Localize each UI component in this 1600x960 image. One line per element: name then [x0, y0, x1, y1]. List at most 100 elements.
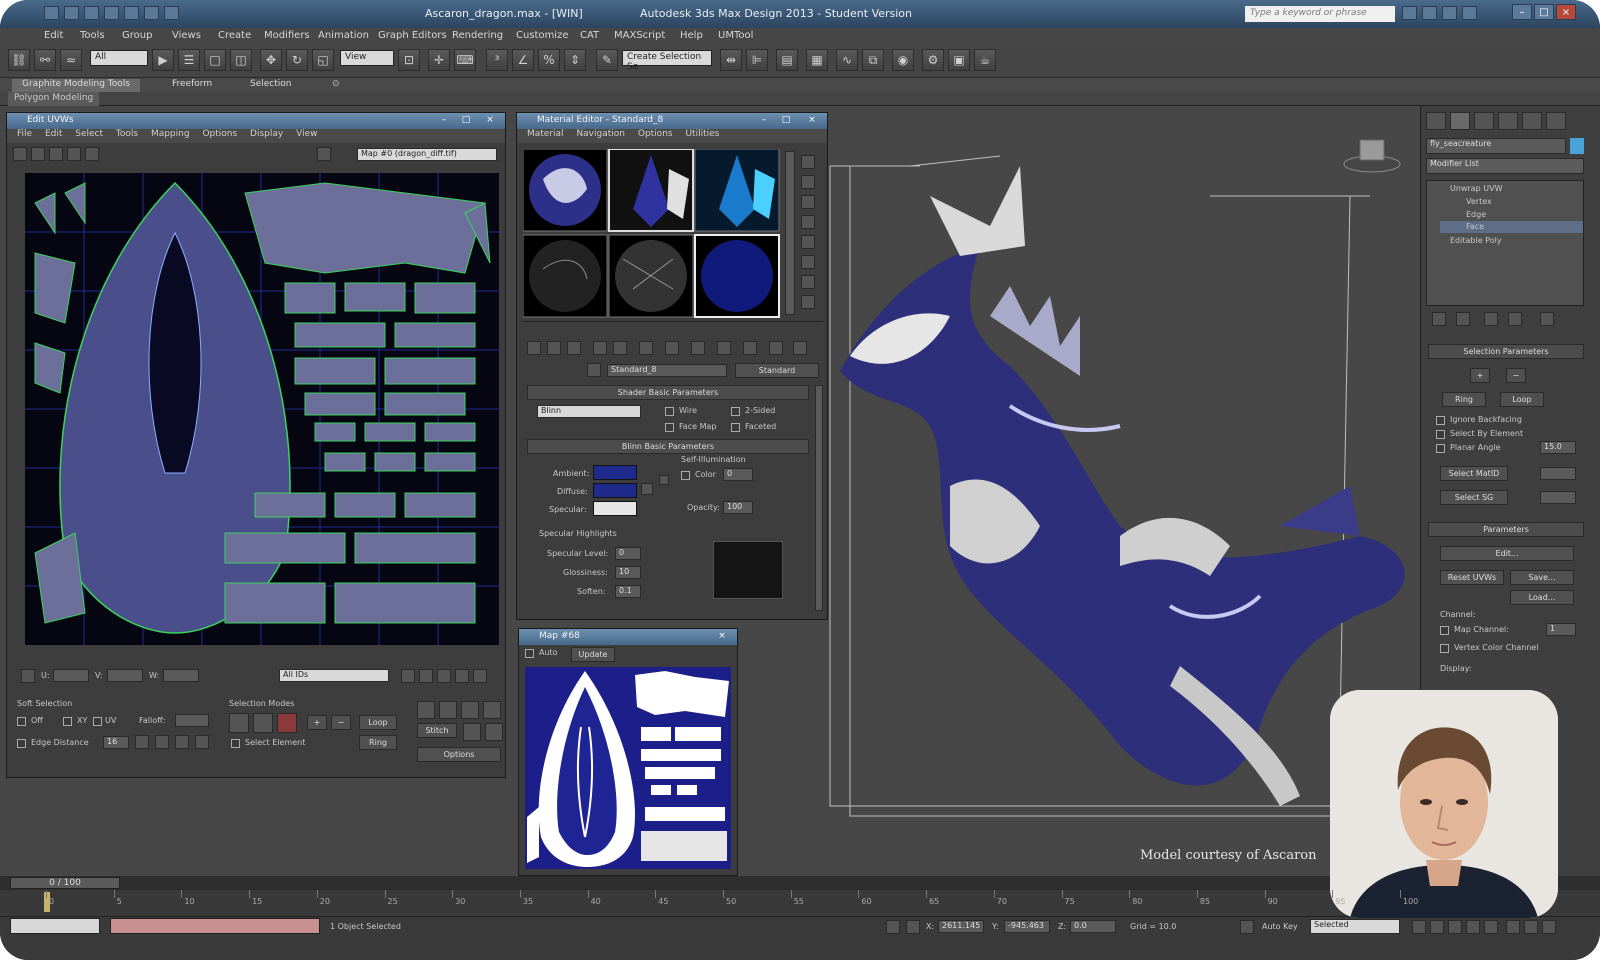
tab-freeform[interactable]: Freeform [162, 79, 222, 92]
hierarchy-tab-icon[interactable] [1474, 112, 1494, 130]
ambient-swatch[interactable] [593, 465, 637, 480]
uv-menu-edit[interactable]: Edit [45, 129, 62, 139]
redo-icon[interactable] [144, 6, 159, 20]
new-file-icon[interactable] [64, 6, 79, 20]
loop-button[interactable]: Loop [359, 715, 397, 730]
uv-mirror-icon[interactable] [85, 147, 99, 161]
soft-xy-radio[interactable] [63, 717, 72, 726]
y-coordinate-field[interactable]: -945.463 [1004, 920, 1050, 933]
v-field[interactable] [107, 669, 143, 682]
layer-manager-icon[interactable]: ▤ [776, 49, 798, 71]
zoom-extents-icon[interactable] [455, 669, 469, 683]
unlink-icon[interactable]: ⚯ [34, 49, 56, 71]
spinner-snap-icon[interactable]: ⇕ [564, 49, 586, 71]
mat-menu-utilities[interactable]: Utilities [685, 129, 719, 139]
uv-rotate-icon[interactable] [31, 147, 45, 161]
blinn-rollout-header[interactable]: Blinn Basic Parameters [527, 439, 809, 454]
uv-lock-icon[interactable] [21, 669, 35, 683]
absolute-transform-icon[interactable] [906, 920, 920, 934]
shrink-selection-button[interactable]: − [331, 715, 351, 730]
uv-close-icon[interactable]: × [483, 114, 497, 127]
loop-panel-button[interactable]: Loop [1500, 392, 1544, 407]
map-preview-title[interactable]: Map #68 [519, 629, 737, 645]
menu-maxscript[interactable]: MAXScript [614, 30, 665, 41]
selection-filter-dropdown[interactable]: All [90, 50, 148, 66]
uv-menu-mapping[interactable]: Mapping [151, 129, 190, 139]
tab-graphite-modeling-tools[interactable]: Graphite Modeling Tools [12, 79, 141, 92]
video-color-check-icon[interactable] [801, 235, 815, 249]
select-by-element-checkbox[interactable] [1436, 430, 1445, 439]
motion-tab-icon[interactable] [1498, 112, 1518, 130]
graphite-toggle-icon[interactable]: ▦ [806, 49, 828, 71]
falloff-curve-3-icon[interactable] [175, 735, 189, 749]
load-button[interactable]: Load... [1510, 590, 1574, 605]
space-horizontal-icon[interactable] [463, 723, 481, 741]
menu-graph-editors[interactable]: Graph Editors [378, 30, 447, 41]
render-production-icon[interactable]: ☕ [974, 49, 996, 71]
previous-frame-icon[interactable] [1430, 920, 1444, 934]
material-type-button[interactable]: Standard [735, 363, 819, 378]
move-icon[interactable]: ✥ [260, 49, 282, 71]
copy-material-icon[interactable] [613, 341, 627, 355]
modifier-list-dropdown[interactable]: Modifier List [1426, 158, 1584, 174]
select-sg-button[interactable]: Select SG [1440, 490, 1508, 505]
make-unique-icon[interactable] [639, 341, 653, 355]
opacity-field[interactable]: 100 [723, 501, 753, 514]
go-to-parent-icon[interactable] [769, 341, 783, 355]
project-folder-icon[interactable] [164, 6, 179, 20]
break-icon[interactable] [439, 701, 457, 719]
specular-swatch[interactable] [593, 501, 637, 516]
material-name-field[interactable]: Standard_8 [607, 364, 727, 377]
backlight-icon[interactable] [801, 175, 815, 189]
shader-rollout-header[interactable]: Shader Basic Parameters [527, 385, 809, 400]
uv-scale-icon[interactable] [49, 147, 63, 161]
vertex-color-channel-radio[interactable] [1440, 644, 1449, 653]
bind-space-warp-icon[interactable]: ≈ [60, 49, 82, 71]
menu-edit[interactable]: Edit [44, 30, 63, 41]
mat-menu-options[interactable]: Options [638, 129, 673, 139]
diffuse-map-button[interactable] [641, 483, 653, 495]
mat-menu-material[interactable]: Material [527, 129, 564, 139]
pick-material-icon[interactable] [587, 363, 601, 377]
edit-uvws-title[interactable]: Edit UVWs [7, 113, 505, 129]
map-close-icon[interactable]: × [715, 630, 729, 643]
rectangular-selection-icon[interactable]: □ [204, 49, 226, 71]
uv-menu-options[interactable]: Options [202, 129, 237, 139]
open-file-icon[interactable] [84, 6, 99, 20]
face-map-checkbox[interactable] [665, 423, 674, 432]
undo-icon[interactable] [124, 6, 139, 20]
ring-button[interactable]: Ring [359, 735, 397, 750]
pin-stack-icon[interactable] [1432, 312, 1446, 326]
save-file-icon[interactable] [104, 6, 119, 20]
mat-close-icon[interactable]: × [805, 114, 819, 127]
falloff-curve-2-icon[interactable] [155, 735, 169, 749]
uv-minimize-icon[interactable]: – [437, 114, 451, 127]
material-options-icon[interactable] [801, 275, 815, 289]
edge-distance-checkbox[interactable] [17, 739, 26, 748]
vertex-mode-icon[interactable] [229, 713, 249, 733]
mirror-icon[interactable]: ⇹ [720, 49, 742, 71]
favorites-icon[interactable] [1442, 6, 1457, 20]
uv-menu-select[interactable]: Select [75, 129, 103, 139]
uv-canvas[interactable] [25, 173, 499, 645]
render-setup-icon[interactable]: ⚙ [922, 49, 944, 71]
rendered-frame-window-icon[interactable]: ▣ [948, 49, 970, 71]
pan-viewport-icon[interactable] [1524, 920, 1538, 934]
polygon-modeling-label[interactable]: Polygon Modeling [8, 92, 100, 106]
tab-selection[interactable]: Selection [240, 79, 301, 92]
orbit-viewport-icon[interactable] [1542, 920, 1556, 934]
grid-snap-icon[interactable] [473, 669, 487, 683]
grow-button[interactable]: + [1470, 368, 1490, 383]
self-illum-color-checkbox[interactable] [681, 471, 690, 480]
u-field[interactable] [53, 669, 89, 682]
menu-tools[interactable]: Tools [80, 30, 105, 41]
update-button[interactable]: Update [571, 647, 615, 662]
menu-cat[interactable]: CAT [580, 30, 599, 41]
uv-menu-view[interactable]: View [296, 129, 317, 139]
align-vertical-icon[interactable] [483, 701, 501, 719]
pan-hand-icon[interactable] [401, 669, 415, 683]
edge-mode-icon[interactable] [253, 713, 273, 733]
planar-angle-checkbox[interactable] [1436, 444, 1445, 453]
material-slots[interactable] [523, 149, 781, 319]
sample-uv-tiling-icon[interactable] [801, 215, 815, 229]
